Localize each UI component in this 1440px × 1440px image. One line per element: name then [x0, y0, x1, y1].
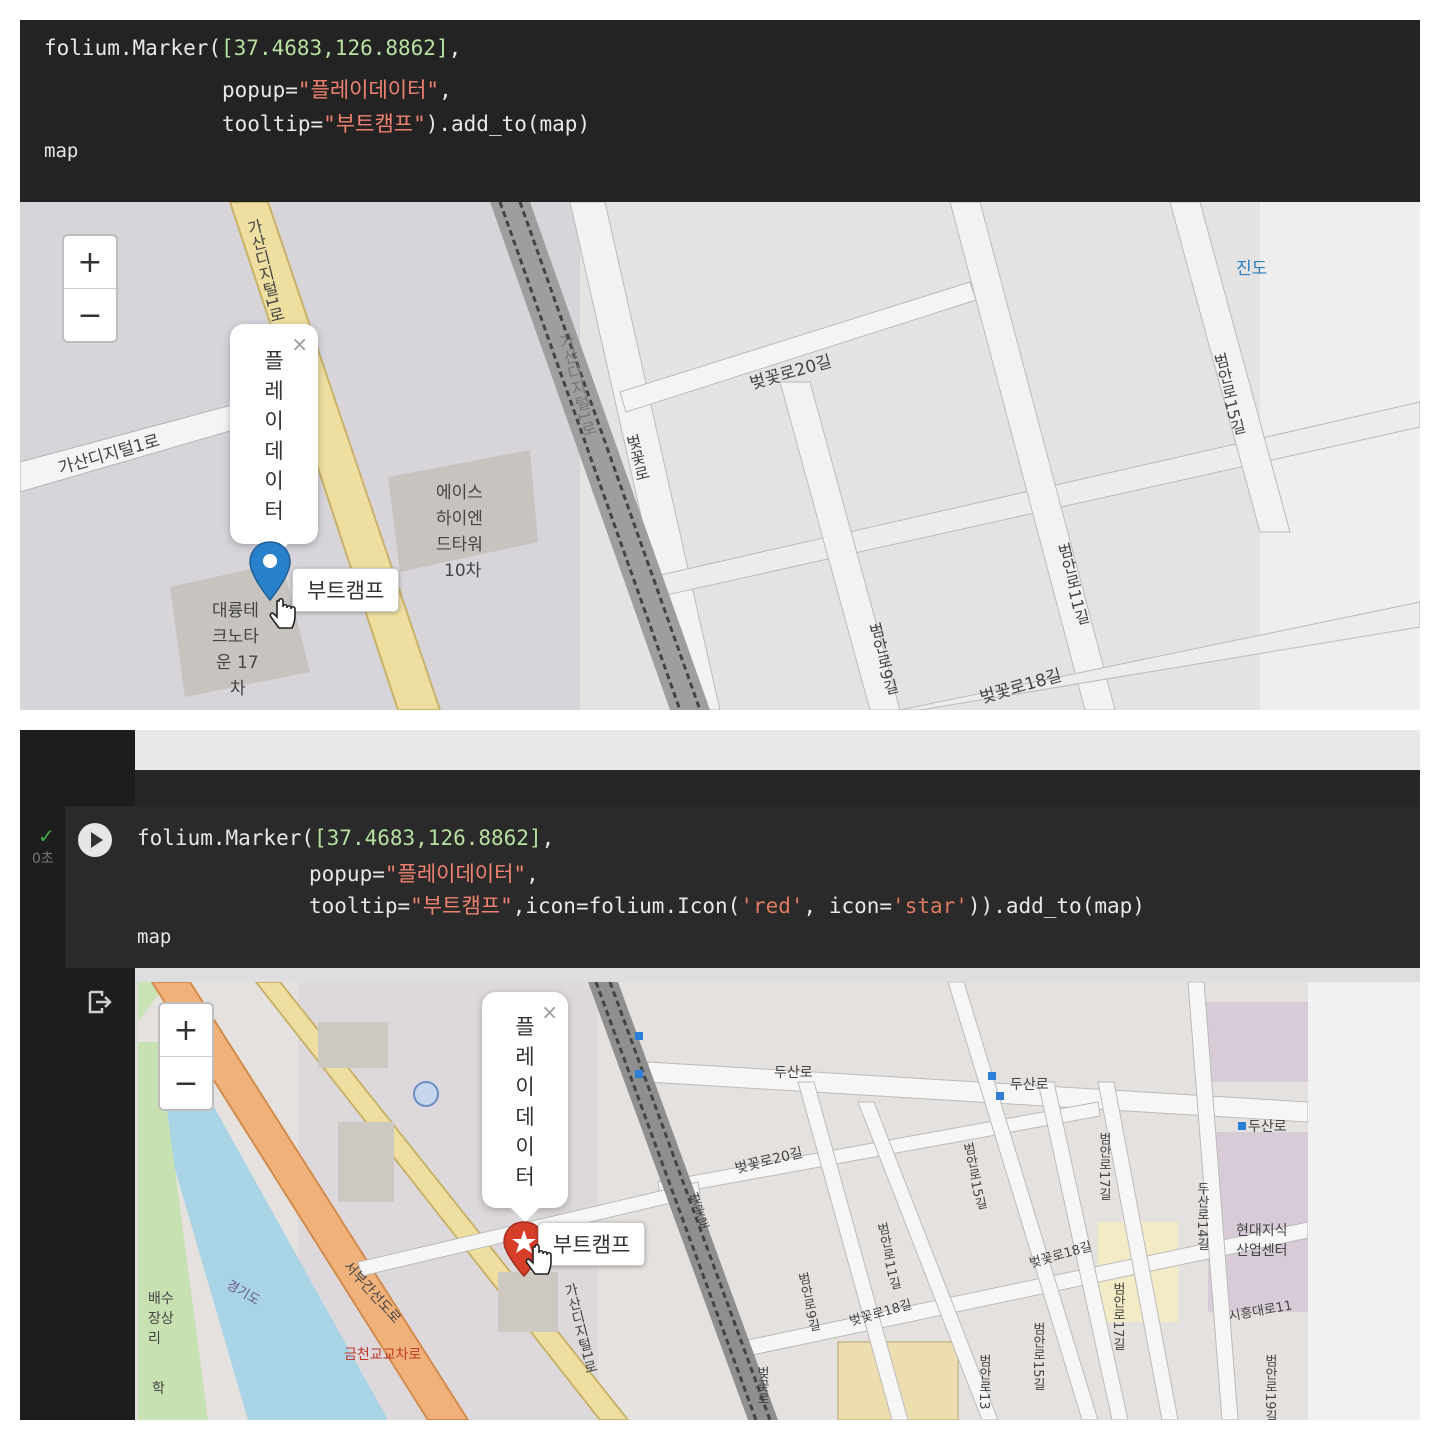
- hand-cursor-icon: [269, 598, 296, 629]
- code-line-1: folium.Marker([37.4683,126.8862],: [44, 36, 462, 60]
- popup-char: 터: [264, 499, 284, 523]
- popup-char: 플: [264, 349, 284, 373]
- map-label-street: 진도: [1236, 259, 1268, 279]
- code-line-4: map: [137, 926, 172, 948]
- map-label-street: 두산로14길: [1194, 1182, 1209, 1251]
- popup-char: 터: [515, 1165, 535, 1189]
- map-label-road: 두산로: [1010, 1077, 1049, 1093]
- toolbar-strip: [135, 770, 1420, 806]
- zoom-out-button[interactable]: −: [64, 288, 116, 341]
- run-cell-button[interactable]: [77, 822, 113, 858]
- marker-popup-top: × 플 레 이 데 이 터: [230, 324, 318, 558]
- popup-char: 플: [515, 1015, 535, 1039]
- popup-char: 이: [264, 409, 284, 433]
- map-label-building: 10차: [444, 561, 482, 581]
- hand-cursor-icon: [525, 1244, 552, 1275]
- map-label-road: 두산로: [774, 1065, 813, 1081]
- map-label-building: 에이스: [436, 483, 483, 503]
- code-line-3: tooltip="부트캠프").add_to(map): [222, 112, 591, 136]
- map-label-street: 범안로15길: [1030, 1322, 1045, 1391]
- map-label-street: 범안로17길: [1096, 1132, 1111, 1201]
- popup-char: 레: [264, 379, 284, 403]
- map-label-street: 범안로17길: [1110, 1282, 1125, 1351]
- output-icon: [88, 990, 112, 1014]
- run-status-check-icon: ✓: [38, 824, 55, 848]
- code-line-2: popup="플레이데이터",: [222, 78, 452, 102]
- map-label-street: 벚꽃로: [754, 1366, 769, 1405]
- popup-char: 이: [264, 469, 284, 493]
- popup-char: 이: [515, 1135, 535, 1159]
- zoom-in-button[interactable]: +: [64, 236, 116, 288]
- marker-popup-bottom: × 플 레 이 데 이 터: [482, 992, 568, 1222]
- map-label-street: 범안로13: [976, 1354, 991, 1410]
- map-bottom-tiles: [138, 982, 1308, 1420]
- map-marker-icon[interactable]: [248, 540, 292, 604]
- map-label-road: 금천교교차로: [344, 1347, 422, 1363]
- map-label-building: 하이엔: [436, 509, 483, 529]
- map-label-building: 산업센터: [1236, 1243, 1288, 1259]
- map-label-building: 운 17: [216, 653, 259, 673]
- code-line-4: map: [44, 140, 79, 162]
- map-label-region: 학: [152, 1381, 165, 1397]
- map-label-road: 두산로: [1248, 1119, 1287, 1135]
- code-cell-bottom[interactable]: folium.Marker([37.4683,126.8862], popup=…: [65, 806, 1420, 968]
- zoom-in-button[interactable]: +: [160, 1004, 212, 1056]
- code-line-3: tooltip="부트캠프",icon=folium.Icon('red', i…: [309, 894, 1145, 918]
- top-strip: [135, 730, 1420, 770]
- map-label-region: 리: [148, 1331, 161, 1347]
- code-line-1: folium.Marker([37.4683,126.8862],: [137, 826, 555, 850]
- map-top[interactable]: + − 가산디지털1로 가산디지털1로 에이스 하이엔 드타워 10차 대륭테 …: [20, 202, 1420, 710]
- popup-char: 이: [515, 1075, 535, 1099]
- popup-close-button[interactable]: ×: [291, 332, 308, 356]
- marker-tooltip-top: 부트캠프: [292, 568, 400, 612]
- popup-char: 데: [515, 1105, 535, 1129]
- map-label-building: 드타워: [436, 535, 483, 555]
- map-label-region: 장상: [148, 1311, 174, 1327]
- map-right-margin: [1308, 982, 1420, 1420]
- popup-char: 레: [515, 1045, 535, 1069]
- zoom-control-top: + −: [62, 234, 118, 343]
- map-label-building: 차: [230, 679, 246, 699]
- map-label-building: 크노타: [212, 627, 259, 647]
- code-cell-top[interactable]: folium.Marker([37.4683,126.8862], popup=…: [20, 20, 1420, 202]
- run-time-label: 0초: [32, 851, 54, 867]
- map-label-building: 현대지식: [1236, 1223, 1288, 1239]
- code-line-2: popup="플레이데이터",: [309, 862, 539, 886]
- popup-char: 데: [264, 439, 284, 463]
- map-label-region: 배수: [148, 1291, 174, 1307]
- popup-close-button[interactable]: ×: [541, 1000, 558, 1024]
- map-label-street: 범안로19길: [1262, 1354, 1277, 1420]
- top-screenshot-panel: folium.Marker([37.4683,126.8862], popup=…: [20, 20, 1420, 710]
- zoom-out-button[interactable]: −: [160, 1056, 212, 1109]
- map-bottom[interactable]: + − 두산로 두산로 두산로 벚꽃로20길 벚꽃로 범안로15길 범안로17길…: [138, 982, 1308, 1420]
- bottom-screenshot-panel: ✓ 0초 folium.Marker([37.4683,126.8862], p…: [20, 730, 1420, 1420]
- marker-tooltip-bottom: 부트캠프: [538, 1222, 646, 1266]
- zoom-control-bottom: + −: [158, 1002, 214, 1111]
